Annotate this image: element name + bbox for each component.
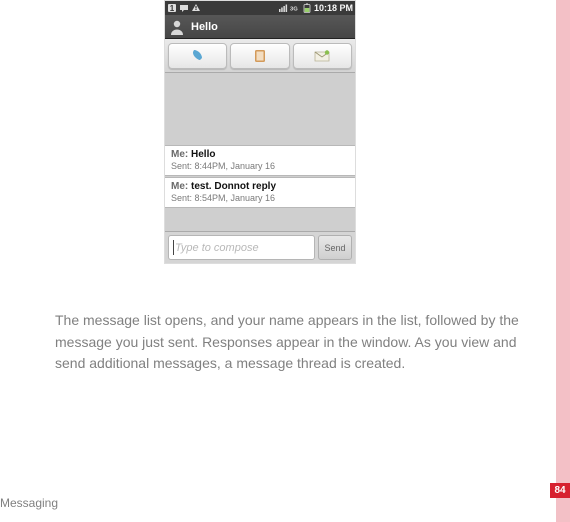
message-header: Me: test. Donnot reply — [171, 181, 349, 192]
data-3g-icon: 3G — [290, 3, 300, 13]
page-number-badge: 84 — [550, 483, 570, 498]
phone-screenshot: 1 3G 10:18 PM — [164, 0, 356, 264]
android-status-bar: 1 3G 10:18 PM — [165, 1, 355, 15]
message-meta: Sent: 8:54PM, January 16 — [171, 193, 349, 203]
contacts-button[interactable] — [230, 43, 289, 69]
side-tab-stripe — [556, 0, 570, 522]
status-right: 3G 10:18 PM — [278, 3, 353, 13]
battery-icon — [302, 3, 312, 13]
status-left: 1 — [167, 3, 201, 13]
signal-icon — [278, 3, 288, 13]
compose-bar: Type to compose Send — [165, 231, 355, 263]
compose-mail-button[interactable] — [293, 43, 352, 69]
svg-text:1: 1 — [170, 4, 175, 13]
message-body: test. Donnot reply — [191, 181, 276, 192]
thread-spacer — [165, 73, 355, 145]
message-thread: Me: Hello Sent: 8:44PM, January 16 Me: t… — [165, 73, 355, 231]
notification-icon: 1 — [167, 3, 177, 13]
message-body: Hello — [191, 149, 215, 160]
message-item[interactable]: Me: test. Donnot reply Sent: 8:54PM, Jan… — [165, 177, 355, 208]
manual-page: 1 3G 10:18 PM — [0, 0, 570, 522]
warning-icon — [191, 3, 201, 13]
status-clock: 10:18 PM — [314, 3, 353, 13]
text-cursor — [173, 240, 174, 255]
svg-text:3G: 3G — [290, 7, 298, 13]
toolbar — [165, 39, 355, 73]
send-button[interactable]: Send — [318, 235, 352, 260]
conversation-title: Hello — [191, 21, 218, 33]
compose-placeholder: Type to compose — [175, 242, 259, 254]
message-header: Me: Hello — [171, 149, 349, 160]
message-meta: Sent: 8:44PM, January 16 — [171, 161, 349, 171]
footer-section-title: Messaging — [0, 496, 58, 510]
call-button[interactable] — [168, 43, 227, 69]
message-sender: Me: — [171, 181, 188, 192]
compose-input[interactable]: Type to compose — [168, 235, 315, 260]
conversation-title-bar: Hello — [165, 15, 355, 39]
message-icon — [179, 3, 189, 13]
description-paragraph: The message list opens, and your name ap… — [55, 310, 543, 375]
send-label: Send — [324, 243, 345, 253]
message-item[interactable]: Me: Hello Sent: 8:44PM, January 16 — [165, 145, 355, 176]
message-sender: Me: — [171, 149, 188, 160]
contact-avatar-icon — [167, 17, 187, 37]
